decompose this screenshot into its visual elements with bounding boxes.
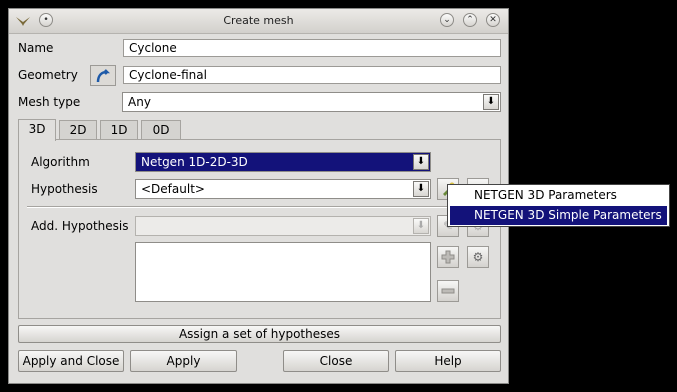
tab-3d[interactable]: 3D	[18, 119, 56, 141]
chevron-down-icon[interactable]: ⬇	[413, 154, 429, 170]
help-button[interactable]: Help	[395, 350, 501, 372]
hypothesis-popup-menu: NETGEN 3D Parameters NETGEN 3D Simple Pa…	[447, 184, 670, 227]
algorithm-label: Algorithm	[31, 155, 90, 169]
assign-hypotheses-set-button[interactable]: Assign a set of hypotheses	[18, 325, 501, 343]
remove-button[interactable]	[437, 280, 459, 302]
maximize-button[interactable]: ⌃	[463, 13, 477, 27]
hypothesis-select[interactable]: <Default> ⬇	[135, 179, 431, 199]
geometry-label: Geometry	[18, 68, 78, 82]
title-bar[interactable]: • Create mesh ⌄ ⌃ ✕	[9, 9, 508, 34]
arrow-select-icon	[96, 69, 111, 83]
create-mesh-dialog: • Create mesh ⌄ ⌃ ✕ Name Cyclone Geometr…	[8, 8, 509, 384]
chevron-down-icon[interactable]: ⬇	[483, 94, 499, 110]
add-hypothesis-label: Add. Hypothesis	[31, 219, 129, 233]
tab-panel-3d: Algorithm Netgen 1D-2D-3D ⬇ Hypothesis <…	[18, 139, 501, 319]
select-geometry-button[interactable]	[90, 65, 116, 86]
plus-icon	[441, 250, 455, 264]
mesh-type-value: Any	[128, 95, 151, 109]
close-button[interactable]: Close	[283, 350, 389, 372]
menu-item-netgen-3d-simple-parameters[interactable]: NETGEN 3D Simple Parameters	[450, 206, 667, 225]
geometry-field[interactable]: Cyclone-final	[123, 66, 501, 84]
algorithm-select[interactable]: Netgen 1D-2D-3D ⬇	[135, 152, 431, 172]
add-button[interactable]	[437, 246, 459, 268]
apply-and-close-button[interactable]: Apply and Close	[18, 350, 124, 372]
separator	[27, 206, 492, 208]
close-window-button[interactable]: ✕	[486, 13, 500, 27]
mesh-type-label: Mesh type	[18, 95, 81, 109]
additional-hypotheses-list[interactable]	[135, 242, 431, 302]
name-label: Name	[18, 41, 54, 55]
chevron-down-icon[interactable]: ⬇	[413, 218, 429, 234]
apply-button[interactable]: Apply	[130, 350, 237, 372]
edit-list-button[interactable]: ⚙	[467, 246, 489, 268]
minus-icon	[441, 288, 455, 294]
tab-0d[interactable]: 0D	[141, 120, 181, 140]
name-field[interactable]: Cyclone	[123, 39, 501, 57]
add-hypothesis-select[interactable]: ⬇	[135, 216, 431, 236]
hypothesis-value: <Default>	[141, 182, 205, 196]
menu-item-netgen-3d-parameters[interactable]: NETGEN 3D Parameters	[450, 186, 667, 205]
chevron-down-icon[interactable]: ⬇	[413, 181, 429, 197]
tab-2d[interactable]: 2D	[59, 120, 97, 140]
minimize-button[interactable]: ⌄	[440, 13, 454, 27]
hypothesis-label: Hypothesis	[31, 182, 98, 196]
tab-1d[interactable]: 1D	[100, 120, 138, 140]
algorithm-value: Netgen 1D-2D-3D	[141, 155, 248, 169]
window-title: Create mesh	[223, 14, 294, 27]
mesh-type-select[interactable]: Any ⬇	[122, 92, 501, 112]
